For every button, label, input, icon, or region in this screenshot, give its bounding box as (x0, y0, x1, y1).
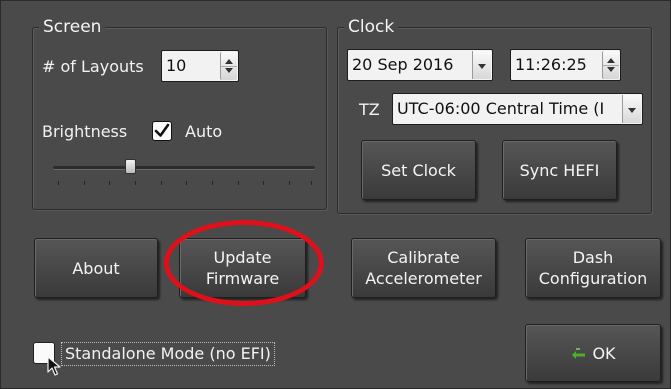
dash-line2: Configuration (538, 269, 648, 288)
screen-group-title: Screen (39, 17, 106, 37)
date-value: 20 Sep 2016 (352, 55, 454, 74)
calibrate-accelerometer-button[interactable]: Calibrate Accelerometer (351, 238, 496, 298)
checkmark-icon (154, 123, 170, 137)
sync-hefi-label: Sync HEFI (519, 160, 600, 180)
about-label: About (72, 258, 120, 278)
ok-button[interactable]: OK (525, 324, 661, 382)
layouts-spinbox[interactable]: 10 (161, 50, 239, 82)
about-button[interactable]: About (34, 238, 158, 298)
green-check-arrow-icon (572, 348, 586, 359)
dash-line1: Dash (572, 248, 614, 267)
time-spinner-icon[interactable] (602, 51, 619, 79)
calibrate-line1: Calibrate (387, 248, 460, 267)
auto-label: Auto (185, 122, 223, 141)
layouts-spinner-icon[interactable] (220, 52, 237, 80)
clock-group-title: Clock (344, 17, 399, 37)
brightness-slider-track[interactable] (53, 166, 315, 170)
set-clock-label: Set Clock (381, 160, 456, 180)
brightness-slider-handle[interactable] (125, 159, 136, 174)
timezone-chevron-down-icon[interactable] (622, 95, 641, 123)
update-firmware-button[interactable]: Update Firmware (179, 238, 306, 298)
time-value: 11:26:25 (515, 55, 587, 74)
set-clock-button[interactable]: Set Clock (361, 140, 476, 200)
standalone-label: Standalone Mode (no EFI) (61, 342, 275, 366)
date-chevron-down-icon[interactable] (472, 51, 491, 79)
tz-label: TZ (359, 100, 380, 119)
layouts-value: 10 (166, 56, 187, 75)
auto-checkbox[interactable] (152, 121, 172, 141)
date-dropdown[interactable]: 20 Sep 2016 (347, 49, 493, 81)
ok-label: OK (592, 343, 616, 363)
layouts-label: # of Layouts (42, 57, 144, 76)
timezone-dropdown[interactable]: UTC-06:00 Central Time (I (392, 93, 643, 125)
update-firmware-line1: Update (213, 248, 272, 267)
brightness-label: Brightness (42, 122, 128, 141)
timezone-value: UTC-06:00 Central Time (I (397, 99, 605, 118)
settings-panel: Screen # of Layouts 10 Brightness Auto C… (0, 0, 671, 389)
mouse-pointer-icon (47, 356, 61, 376)
calibrate-line2: Accelerometer (365, 269, 482, 288)
sync-hefi-button[interactable]: Sync HEFI (502, 140, 617, 200)
update-firmware-line2: Firmware (205, 269, 280, 288)
time-spinbox[interactable]: 11:26:25 (510, 49, 621, 81)
dash-configuration-button[interactable]: Dash Configuration (525, 238, 661, 298)
